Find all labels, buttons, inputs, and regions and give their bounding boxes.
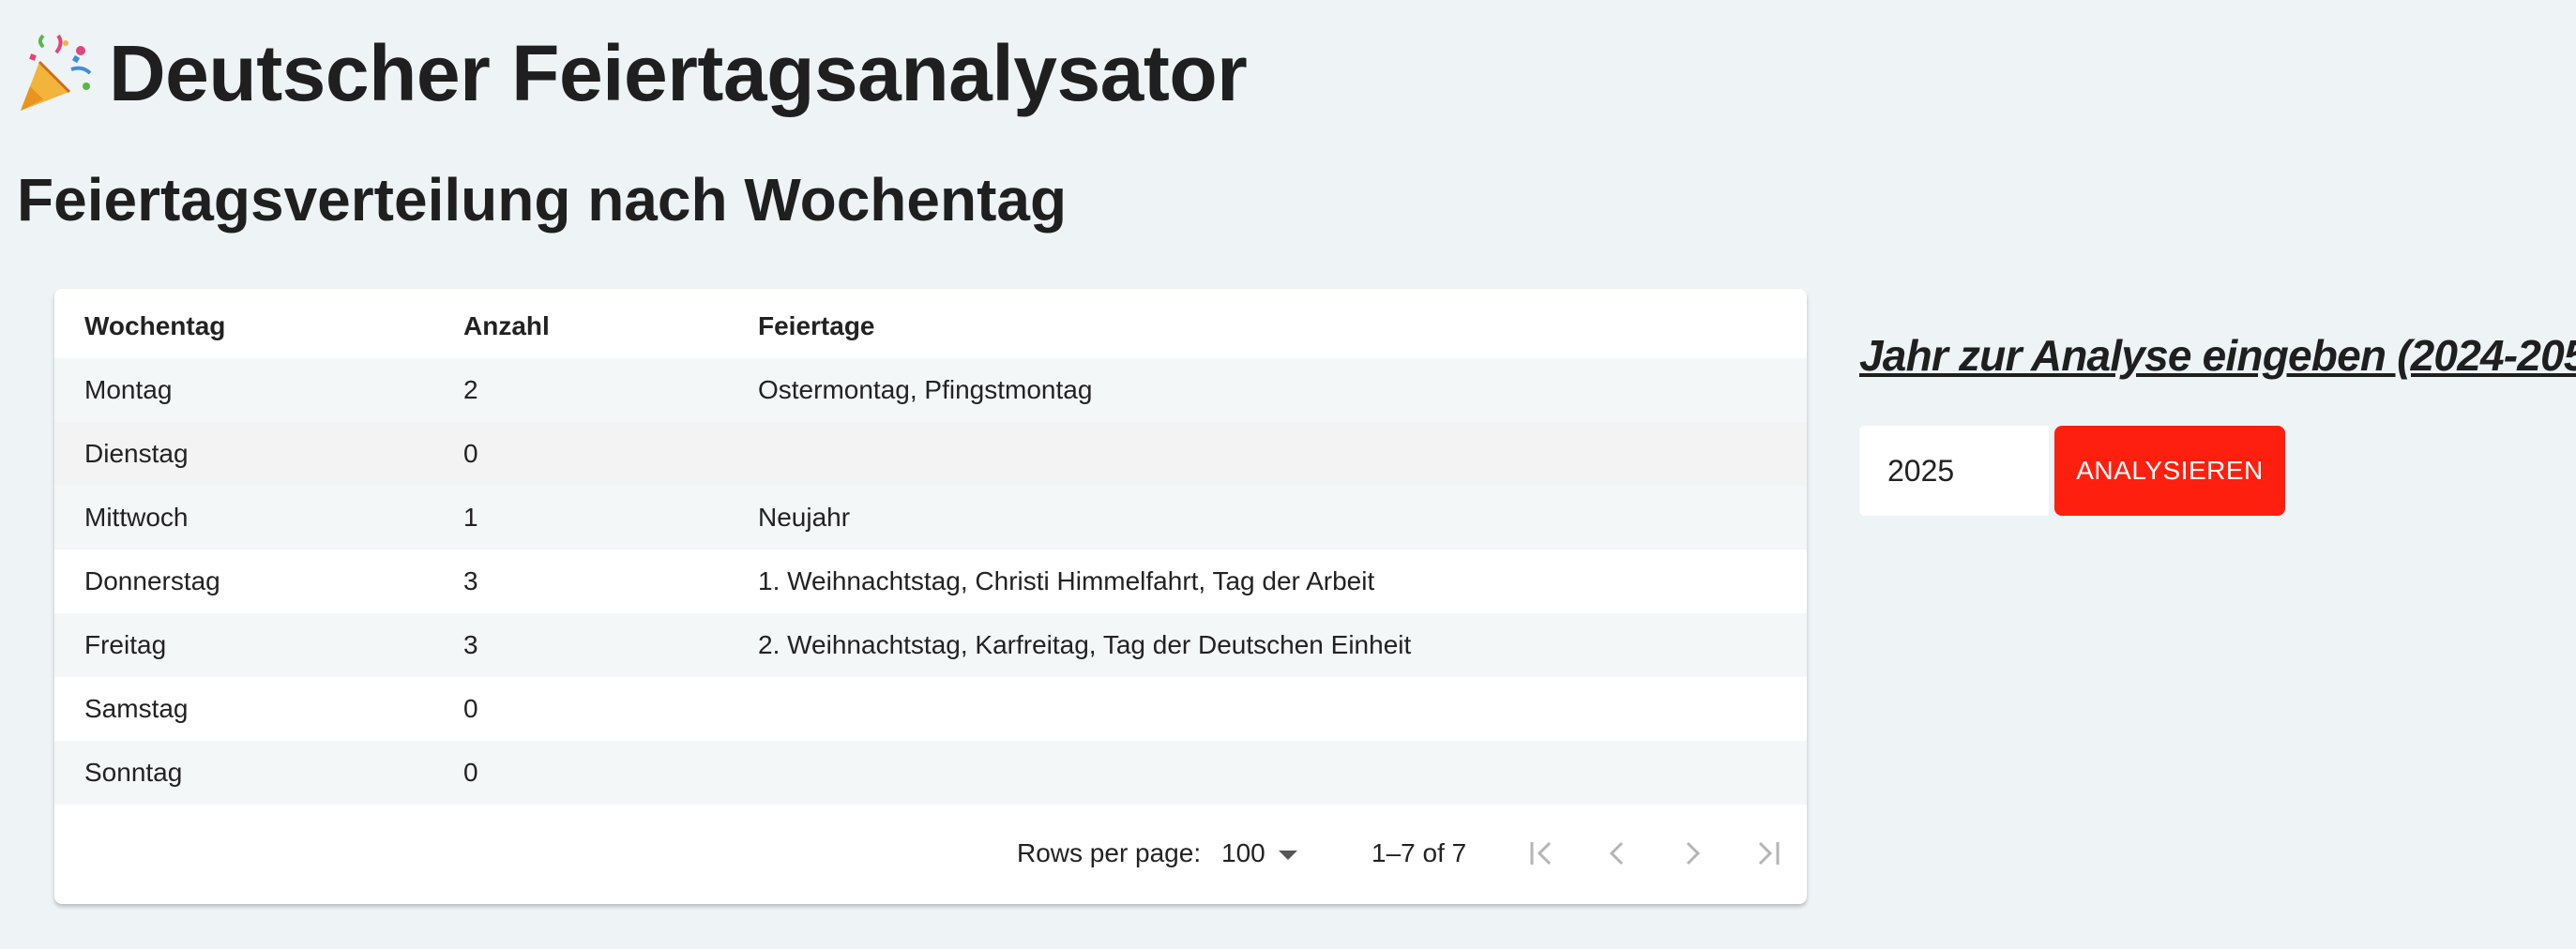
first-page-icon[interactable]: [1523, 835, 1561, 872]
cell-weekday: Montag: [84, 375, 173, 404]
app-title: Deutscher Feiertagsanalysator: [15, 28, 1248, 119]
table-row[interactable]: Samstag 0: [54, 677, 1807, 741]
rows-per-page-label: Rows per page:: [1017, 838, 1202, 867]
cell-count: 0: [463, 758, 478, 787]
cell-count: 3: [463, 566, 478, 595]
cell-holidays: 1. Weihnachtstag, Christi Himmelfahrt, T…: [758, 566, 1375, 595]
chevron-left-icon[interactable]: [1599, 835, 1636, 872]
cell-weekday: Mittwoch: [84, 503, 189, 532]
cell-count: 3: [463, 630, 478, 659]
table-header-row: Wochentag Anzahl Feiertage: [54, 289, 1807, 358]
table-row[interactable]: Mittwoch 1 Neujahr: [54, 486, 1807, 550]
cell-holidays: Neujahr: [758, 503, 851, 532]
table-row[interactable]: Freitag 3 2. Weihnachtstag, Karfreitag, …: [54, 613, 1807, 677]
section-title: Feiertagsverteilung nach Wochentag: [17, 166, 1068, 233]
table-pagination: Rows per page: 100 1–7 of 7: [54, 803, 1807, 904]
cell-weekday: Donnerstag: [84, 566, 220, 595]
year-input[interactable]: [1859, 426, 2049, 516]
chevron-right-icon[interactable]: [1674, 835, 1711, 872]
column-header-holidays[interactable]: Feiertage: [758, 289, 875, 364]
column-header-count[interactable]: Anzahl: [463, 289, 550, 364]
analyze-button[interactable]: ANALYSIEREN: [2054, 426, 2285, 516]
rows-per-page-select[interactable]: 100: [1221, 803, 1297, 904]
holiday-table: Wochentag Anzahl Feiertage Montag 2 Oste…: [54, 289, 1807, 904]
app-title-text: Deutscher Feiertagsanalysator: [109, 29, 1248, 117]
cell-count: 0: [463, 439, 478, 468]
cell-weekday: Samstag: [84, 694, 189, 723]
table-row[interactable]: Donnerstag 3 1. Weihnachtstag, Christi H…: [54, 550, 1807, 613]
last-page-icon[interactable]: [1749, 835, 1786, 872]
cell-weekday: Freitag: [84, 630, 167, 659]
table-row[interactable]: Sonntag 0: [54, 741, 1807, 805]
year-input-label: Jahr zur Analyse eingeben (2024-2050):: [1859, 331, 2576, 380]
column-header-weekday[interactable]: Wochentag: [84, 289, 225, 364]
table-row[interactable]: Dienstag 0: [54, 422, 1807, 486]
cell-weekday: Sonntag: [84, 758, 183, 787]
rows-per-page-value: 100: [1221, 838, 1265, 867]
cell-count: 1: [463, 503, 478, 532]
table-row[interactable]: Montag 2 Ostermontag, Pfingstmontag: [54, 358, 1807, 422]
cell-weekday: Dienstag: [84, 439, 189, 468]
party-popper-icon: [21, 34, 92, 111]
cell-count: 2: [463, 375, 478, 404]
pagination-range: 1–7 of 7: [1371, 838, 1467, 867]
cell-holidays: 2. Weihnachtstag, Karfreitag, Tag der De…: [758, 630, 1412, 659]
cell-count: 0: [463, 694, 478, 723]
caret-down-icon: [1278, 850, 1297, 860]
cell-holidays: Ostermontag, Pfingstmontag: [758, 375, 1093, 404]
